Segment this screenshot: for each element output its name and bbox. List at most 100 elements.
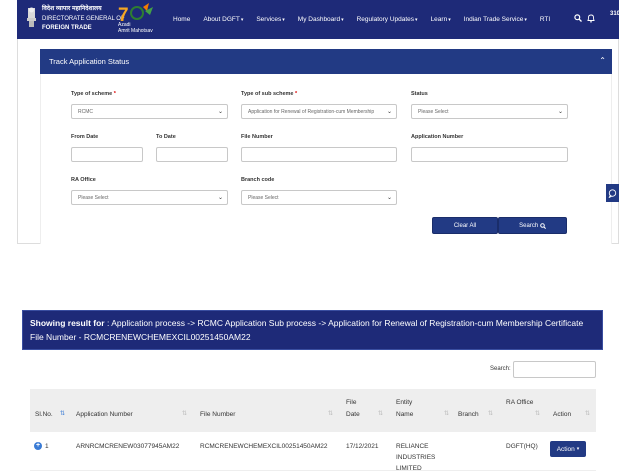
type-of-sub-scheme-label: Type of sub scheme * [241,91,297,97]
caret-down-icon: ▾ [448,17,451,23]
file-number-label: File Number [241,134,273,140]
sort-icon[interactable]: ⇅ [182,410,187,417]
application-number-input[interactable] [411,147,568,162]
search-icon[interactable] [574,14,582,24]
sort-icon[interactable]: ⇅ [378,410,383,417]
panel-body: Type of scheme * RCMC ⌄ Type of sub schem… [40,74,612,244]
branch-code-label: Branch code [241,177,275,183]
select-value: Please Select [418,108,449,115]
required-star: * [113,91,116,97]
branch-code-select[interactable]: Please Select ⌄ [241,190,397,205]
select-value: Please Select [248,194,279,201]
nav-about-dgft[interactable]: About DGFT▾ [203,16,243,23]
to-date-label: To Date [156,134,176,140]
nav-label: Indian Trade Service [463,16,524,23]
required-star: * [295,91,298,97]
nav-rti[interactable]: RTI [540,16,550,23]
cell-sl-no: 1 [45,443,49,450]
select-value: Application for Renewal of Registration-… [248,108,375,115]
sort-icon[interactable]: ⇅ [488,410,493,417]
status-label: Status [411,91,428,97]
col-application-number[interactable]: Application Number [76,409,133,421]
type-of-scheme-label: Type of scheme * [71,91,116,97]
nav-label: Home [173,16,191,23]
nav-label: Learn [430,16,448,23]
select-value: Please Select [78,194,109,201]
banner-text: : Application process -> RCMC Applicatio… [30,318,584,342]
nav-regulatory-updates[interactable]: Regulatory Updates▾ [357,16,418,23]
chat-tab[interactable] [606,184,619,202]
from-date-input[interactable] [71,147,143,162]
caret-down-icon: ▾ [341,17,344,23]
nav-label: My Dashboard [297,16,341,23]
caret-down-icon: ▾ [415,17,418,23]
sort-icon[interactable]: ⇅ [535,410,540,417]
clear-all-button[interactable]: Clear All [432,217,498,234]
result-banner: Showing result for : Application process… [22,310,603,350]
track-section: Track Application Status ⌃ Type of schem… [17,39,619,244]
type-of-scheme-select[interactable]: RCMC ⌄ [71,104,228,119]
sort-icon[interactable]: ⇅ [585,410,590,417]
button-label: Search [519,222,539,229]
org-line1: DIRECTORATE GENERAL OF [42,15,125,22]
col-file-number[interactable]: File Number [200,409,235,421]
caret-down-icon: ▾ [576,446,580,452]
sort-icon[interactable]: ⇅ [328,410,333,417]
cell-entity-name: RELIANCE INDUSTRIES LIMITED [396,443,436,472]
panel-header[interactable]: Track Application Status ⌃ [40,49,612,74]
file-number-input[interactable] [241,147,397,162]
table-search-label: Search: [490,366,511,372]
action-dropdown-button[interactable]: Action ▾ [550,441,586,457]
label-text: Status [411,91,428,97]
nav-my-dashboard[interactable]: My Dashboard▾ [298,16,344,23]
chevron-down-icon: ⌄ [217,109,223,115]
expand-row-icon[interactable]: + [34,442,42,450]
nav-label: About DGFT [203,16,240,23]
application-number-label: Application Number [411,134,464,140]
org-line2: FOREIGN TRADE [42,25,92,31]
table-header: Sl.No. ⇅ Application Number ⇅ File Numbe… [30,389,596,432]
azadi-text: Azadi Amrit Mahotsav [118,22,153,34]
from-date-label: From Date [71,134,99,140]
status-select[interactable]: Please Select ⌄ [411,104,568,119]
col-ra-office[interactable]: RA Office [506,397,534,409]
nav-indian-trade-service[interactable]: Indian Trade Service▾ [464,16,527,23]
sort-icon[interactable]: ⇅ [444,410,449,417]
chevron-down-icon: ⌄ [557,109,563,115]
azadi-line2: Amrit Mahotsav [118,28,153,34]
cell-file-date: 17/12/2021 [346,443,379,450]
chevron-up-icon[interactable]: ⌃ [599,56,606,65]
col-file-date[interactable]: File Date [346,397,368,421]
table-row: + 1 ARNRCMCRENEW03077945AM22 RCMCRENEWCH… [30,432,596,472]
to-date-input[interactable] [156,147,228,162]
banner-prefix: Showing result for [30,318,105,328]
chat-bubble-icon [608,188,617,198]
table-search-input[interactable] [513,361,596,378]
emblem-icon [27,7,36,27]
ra-office-select[interactable]: Please Select ⌄ [71,190,228,205]
ra-office-label: RA Office [71,177,96,183]
col-entity-name[interactable]: Entity Name [396,397,422,421]
caret-down-icon: ▾ [240,17,244,23]
bell-icon[interactable] [587,14,595,25]
col-branch[interactable]: Branch [458,409,479,421]
type-of-sub-scheme-select[interactable]: Application for Renewal of Registration-… [241,104,397,119]
button-label: Clear All [453,222,477,229]
panel-title: Track Application Status [49,57,130,66]
select-value: RCMC [78,108,93,115]
notification-count: 3103 [610,11,624,17]
nav-services[interactable]: Services▾ [256,16,284,23]
sort-asc-icon[interactable]: ⇅ [60,410,65,417]
chevron-down-icon: ⌄ [386,109,392,115]
label-text: Type of sub scheme [241,91,294,97]
search-button[interactable]: Search [498,217,567,234]
col-sl-no[interactable]: Sl.No. [35,409,53,421]
col-action[interactable]: Action [553,409,571,421]
nav-label: RTI [539,16,551,23]
caret-down-icon: ▾ [524,17,527,23]
caret-down-icon: ▾ [282,17,285,23]
nav-learn[interactable]: Learn▾ [431,16,451,23]
chevron-down-icon: ⌄ [217,195,223,201]
nav-home[interactable]: Home [173,16,190,23]
cell-application-number: ARNRCMCRENEW03077945AM22 [76,443,180,450]
